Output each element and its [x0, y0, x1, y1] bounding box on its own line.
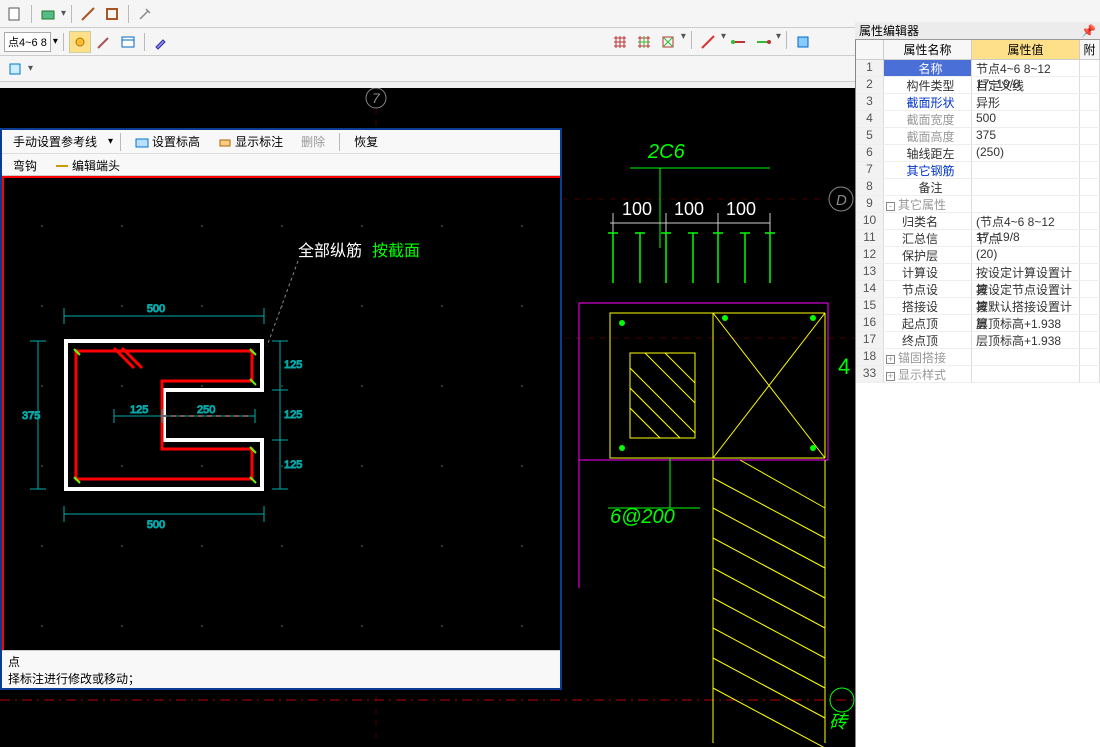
property-row[interactable]: 14节点设按设定节点设置计算 [856, 281, 1100, 298]
btn-delete[interactable]: 删除 [294, 130, 332, 153]
property-row[interactable]: 6轴线距左(250) [856, 145, 1100, 162]
btn-show-label[interactable]: 显示标注 [211, 130, 290, 153]
property-row[interactable]: 17终点顶层顶标高+1.938 [856, 332, 1100, 349]
property-row[interactable]: 3截面形状异形 [856, 94, 1100, 111]
btn-set-level[interactable]: 设置标高 [128, 130, 207, 153]
tb-drawB[interactable] [752, 31, 774, 53]
tb-grid1[interactable] [609, 31, 631, 53]
property-editor: 属性名称 属性值 附 1名称节点4~6 8~12 17~19/82构件类型自定义… [855, 40, 1100, 747]
tb-btn-e[interactable] [134, 3, 156, 25]
tb-drawC[interactable] [792, 31, 814, 53]
property-row[interactable]: 4截面宽度500 [856, 111, 1100, 128]
tb-btn-a[interactable] [4, 3, 26, 25]
tb-btn-d[interactable] [101, 3, 123, 25]
property-row[interactable]: 13计算设按设定计算设置计算 [856, 264, 1100, 281]
svg-text:6@200: 6@200 [610, 506, 675, 528]
node-combo[interactable]: 点4~6 8 [4, 32, 51, 52]
tb-grid2[interactable] [633, 31, 655, 53]
svg-text:250: 250 [197, 404, 215, 416]
svg-text:100: 100 [622, 199, 652, 219]
tb-line[interactable] [697, 31, 719, 53]
svg-text:100: 100 [726, 199, 756, 219]
tb-pan[interactable] [69, 31, 91, 53]
float-status: 点 择标注进行修改或移动； [2, 650, 560, 688]
btn-restore[interactable]: 恢复 [347, 130, 385, 153]
tb-dialog[interactable] [117, 31, 139, 53]
property-row[interactable]: 11汇总信节点 [856, 230, 1100, 247]
pin-icon[interactable]: 📌 [1081, 24, 1100, 38]
property-row[interactable]: 18+锚固搭接 [856, 349, 1100, 366]
tb-brush[interactable] [93, 31, 115, 53]
tb-small-a[interactable] [4, 58, 26, 80]
svg-text:125: 125 [284, 409, 302, 421]
property-row[interactable]: 10归类名(节点4~6 8~12 17~19/8 [856, 213, 1100, 230]
property-row[interactable]: 1名称节点4~6 8~12 17~19/8 [856, 60, 1100, 77]
property-row[interactable]: 8备注 [856, 179, 1100, 196]
property-row[interactable]: 2构件类型自定义线 [856, 77, 1100, 94]
tb-grid3[interactable] [657, 31, 679, 53]
tb-drawA[interactable] [728, 31, 750, 53]
svg-text:2C6: 2C6 [647, 141, 686, 163]
svg-text:125: 125 [284, 359, 302, 371]
section-editor-window: 手动设置参考线▾ 设置标高 显示标注 删除 恢复 弯钩 编辑端头 [0, 128, 562, 690]
svg-text:100: 100 [674, 199, 704, 219]
svg-text:全部纵筋: 全部纵筋 [298, 242, 362, 260]
property-columns: 属性名称 属性值 附 [856, 40, 1100, 60]
property-row[interactable]: 16起点顶层顶标高+1.938 [856, 315, 1100, 332]
svg-text:按截面: 按截面 [372, 242, 420, 260]
section-canvas[interactable]: 全部纵筋 按截面 500 [2, 176, 560, 650]
tb-btn-c[interactable] [77, 3, 99, 25]
tb-btn-b[interactable] [37, 3, 59, 25]
property-row[interactable]: 15搭接设按默认搭接设置计算 [856, 298, 1100, 315]
btn-set-refline[interactable]: 手动设置参考线 [6, 130, 104, 153]
property-row[interactable]: 9-其它属性 [856, 196, 1100, 213]
svg-text:500: 500 [147, 519, 165, 531]
svg-text:D: D [836, 192, 847, 209]
btn-hook[interactable]: 弯钩 [6, 154, 44, 177]
property-row[interactable]: 12保护层(20) [856, 247, 1100, 264]
property-row[interactable]: 33+显示样式 [856, 366, 1100, 383]
svg-text:500: 500 [147, 303, 165, 315]
svg-text:375: 375 [22, 410, 40, 422]
svg-text:125: 125 [284, 459, 302, 471]
property-row[interactable]: 7其它钢筋 [856, 162, 1100, 179]
svg-text:125: 125 [130, 404, 148, 416]
svg-text:砖: 砖 [829, 712, 849, 732]
btn-edit-end[interactable]: 编辑端头 [48, 154, 127, 177]
svg-text:7: 7 [372, 90, 381, 106]
property-row[interactable]: 5截面高度375 [856, 128, 1100, 145]
tb-eyedrop[interactable] [150, 31, 172, 53]
float-toolbar: 手动设置参考线▾ 设置标高 显示标注 删除 恢复 弯钩 编辑端头 [2, 130, 560, 176]
svg-text:4: 4 [838, 354, 850, 379]
property-editor-header: 属性编辑器 📌 [855, 22, 1100, 40]
